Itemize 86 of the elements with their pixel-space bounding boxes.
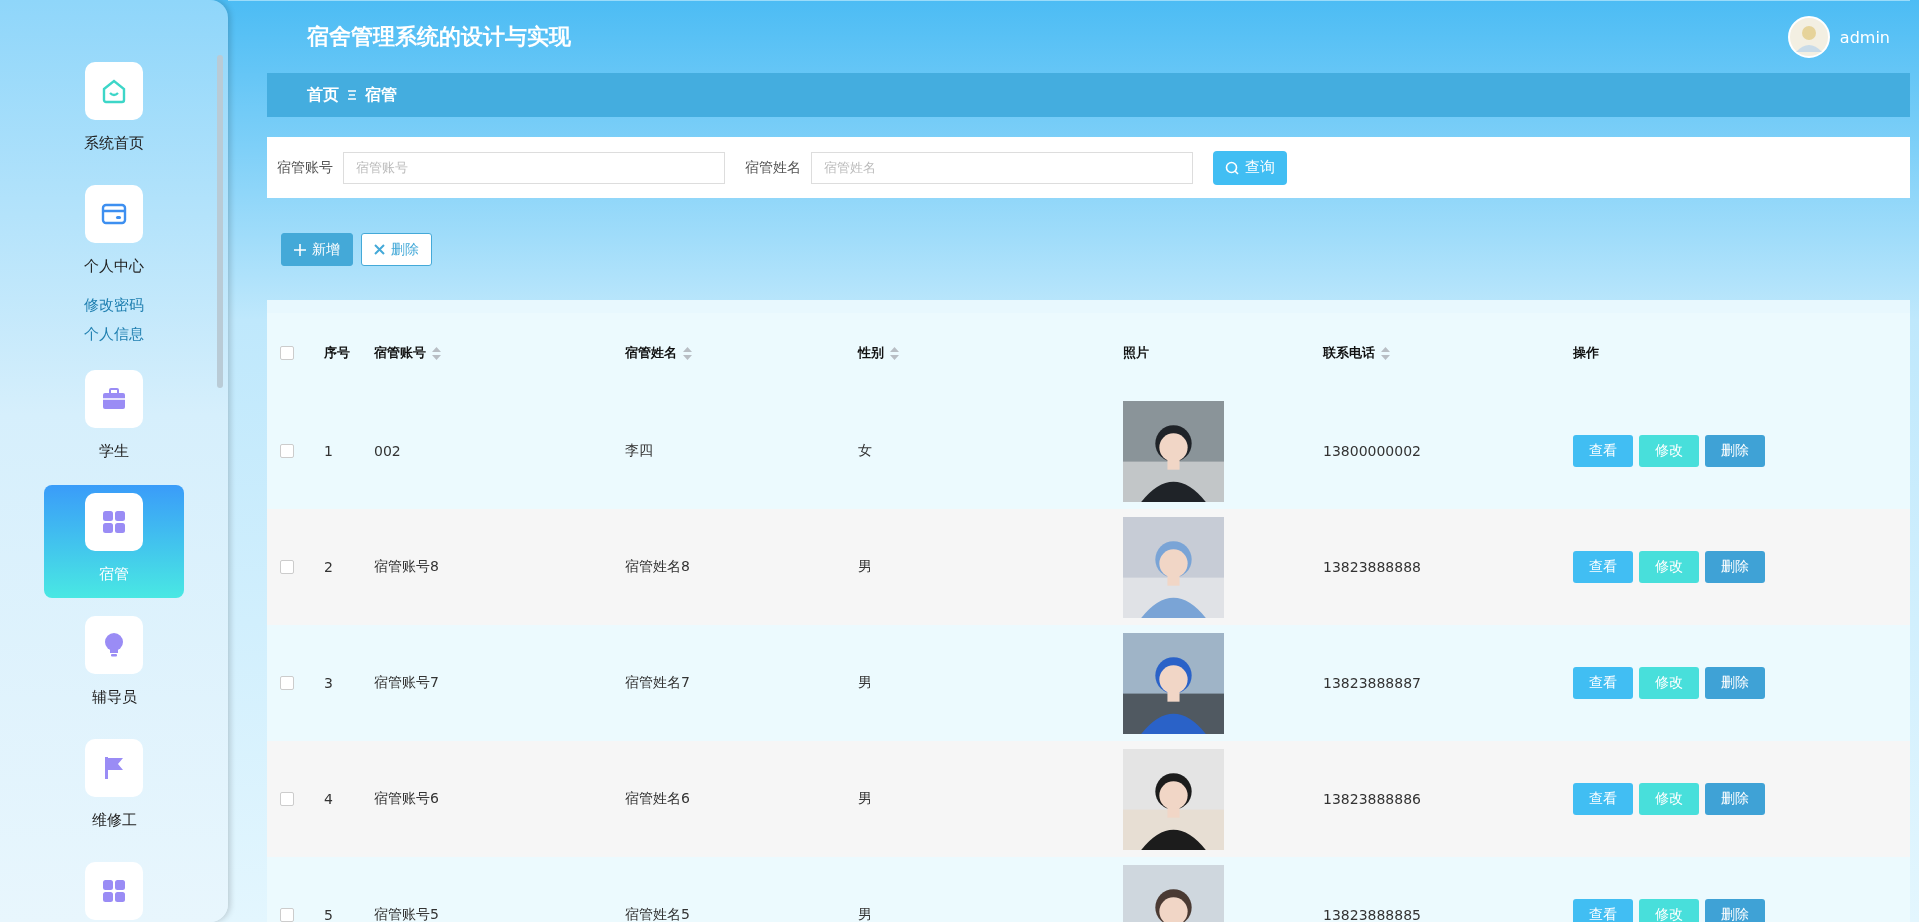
edit-button[interactable]: 修改 bbox=[1639, 551, 1699, 583]
table-cell-text: 男 bbox=[858, 790, 873, 808]
search-icon bbox=[1225, 160, 1239, 175]
table-cell-text: 13800000002 bbox=[1323, 443, 1422, 459]
checkbox[interactable] bbox=[280, 444, 294, 458]
submenu-link[interactable]: 个人信息 bbox=[84, 325, 144, 344]
column-header: 操作 bbox=[1573, 344, 1599, 362]
card-icon bbox=[101, 201, 127, 227]
grid-icon bbox=[101, 509, 127, 535]
table-cell-text: 13823888888 bbox=[1323, 559, 1422, 575]
table-cell-text: 宿管账号5 bbox=[374, 906, 440, 922]
table-cell-text: 4 bbox=[324, 791, 334, 807]
view-button[interactable]: 查看 bbox=[1573, 783, 1633, 815]
table-cell-text: 002 bbox=[374, 443, 402, 459]
view-button[interactable]: 查看 bbox=[1573, 435, 1633, 467]
table-cell-text: 宿管账号8 bbox=[374, 558, 440, 576]
sidebar-item[interactable]: 辅导员 bbox=[44, 616, 184, 707]
avatar[interactable] bbox=[1787, 16, 1830, 58]
sidebar-item[interactable]: 维修工 bbox=[44, 739, 184, 830]
edit-button[interactable]: 修改 bbox=[1639, 435, 1699, 467]
table-cell-text: 宿管账号7 bbox=[374, 674, 440, 692]
column-header: 性别 bbox=[858, 344, 884, 362]
breadcrumb-item: 宿管 bbox=[365, 84, 397, 106]
checkbox[interactable] bbox=[280, 792, 294, 806]
home-icon bbox=[101, 78, 127, 104]
edit-button[interactable]: 修改 bbox=[1639, 899, 1699, 922]
sidebar-item[interactable]: 宿管 bbox=[44, 485, 184, 598]
field-label: 宿管姓名 bbox=[745, 158, 801, 177]
table-cell-text: 女 bbox=[858, 442, 873, 460]
delete-button[interactable]: 删除 bbox=[361, 233, 432, 266]
column-header: 照片 bbox=[1123, 344, 1149, 362]
search-field[interactable]: 宿管账号 bbox=[343, 151, 725, 184]
table-cell-text: 宿管姓名5 bbox=[625, 906, 691, 922]
search-field[interactable]: 宿管姓名 bbox=[811, 151, 1193, 184]
table-cell-text: 宿管姓名6 bbox=[625, 790, 691, 808]
table-cell-text: 13823888885 bbox=[1323, 907, 1422, 922]
briefcase-icon bbox=[101, 386, 127, 412]
user-name[interactable]: admin bbox=[1839, 27, 1890, 47]
table-cell-text: 13823888887 bbox=[1323, 675, 1422, 691]
app-title: 宿舍管理系统的设计与实现 bbox=[307, 23, 572, 51]
field-label: 宿管账号 bbox=[277, 158, 333, 177]
table-cell-text: 宿管账号6 bbox=[374, 790, 440, 808]
table-cell-text: 男 bbox=[858, 906, 873, 922]
checkbox[interactable] bbox=[280, 560, 294, 574]
menu-icon bbox=[347, 89, 357, 101]
close-icon bbox=[374, 244, 385, 255]
view-button[interactable]: 查看 bbox=[1573, 551, 1633, 583]
checkbox[interactable] bbox=[280, 346, 294, 360]
delete-button[interactable]: 删除 bbox=[1705, 899, 1765, 922]
add-button[interactable]: 新增 bbox=[281, 233, 353, 266]
table-cell-text: 男 bbox=[858, 558, 873, 576]
table-cell-text: 1 bbox=[324, 443, 334, 459]
checkbox[interactable] bbox=[280, 676, 294, 690]
edit-button[interactable]: 修改 bbox=[1639, 783, 1699, 815]
checkbox[interactable] bbox=[280, 908, 294, 922]
plus-icon bbox=[294, 243, 306, 256]
sidebar-item[interactable]: 个人中心 bbox=[44, 185, 184, 276]
sidebar-item[interactable]: 学生 bbox=[44, 370, 184, 461]
delete-button[interactable]: 删除 bbox=[1705, 783, 1765, 815]
column-header: 宿管姓名 bbox=[625, 344, 677, 362]
table-cell-text: 2 bbox=[324, 559, 334, 575]
table-cell-text: 5 bbox=[324, 907, 334, 922]
grid-icon bbox=[101, 878, 127, 904]
view-button[interactable]: 查看 bbox=[1573, 667, 1633, 699]
table-cell-text: 李四 bbox=[625, 442, 654, 460]
delete-button[interactable]: 删除 bbox=[1705, 551, 1765, 583]
search-button[interactable]: 查询 bbox=[1213, 150, 1287, 185]
submenu-link[interactable]: 修改密码 bbox=[84, 296, 144, 315]
delete-button[interactable]: 删除 bbox=[1705, 667, 1765, 699]
table-cell-text: 3 bbox=[324, 675, 334, 691]
sort-icon[interactable] bbox=[890, 346, 899, 360]
table-cell-text: 男 bbox=[858, 674, 873, 692]
column-header: 联系电话 bbox=[1323, 344, 1375, 362]
sort-icon[interactable] bbox=[683, 346, 692, 360]
view-button[interactable]: 查看 bbox=[1573, 899, 1633, 922]
breadcrumb-item[interactable]: 首页 bbox=[307, 84, 339, 106]
column-header: 序号 bbox=[324, 344, 350, 362]
table-cell-text: 宿管姓名8 bbox=[625, 558, 691, 576]
table-cell-text: 13823888886 bbox=[1323, 791, 1422, 807]
sort-icon[interactable] bbox=[432, 346, 441, 360]
edit-button[interactable]: 修改 bbox=[1639, 667, 1699, 699]
sort-icon[interactable] bbox=[1381, 346, 1390, 360]
sidebar-item[interactable]: 系统首页 bbox=[44, 62, 184, 153]
delete-button[interactable]: 删除 bbox=[1705, 435, 1765, 467]
table-cell-text: 宿管姓名7 bbox=[625, 674, 691, 692]
column-header: 宿管账号 bbox=[374, 344, 426, 362]
